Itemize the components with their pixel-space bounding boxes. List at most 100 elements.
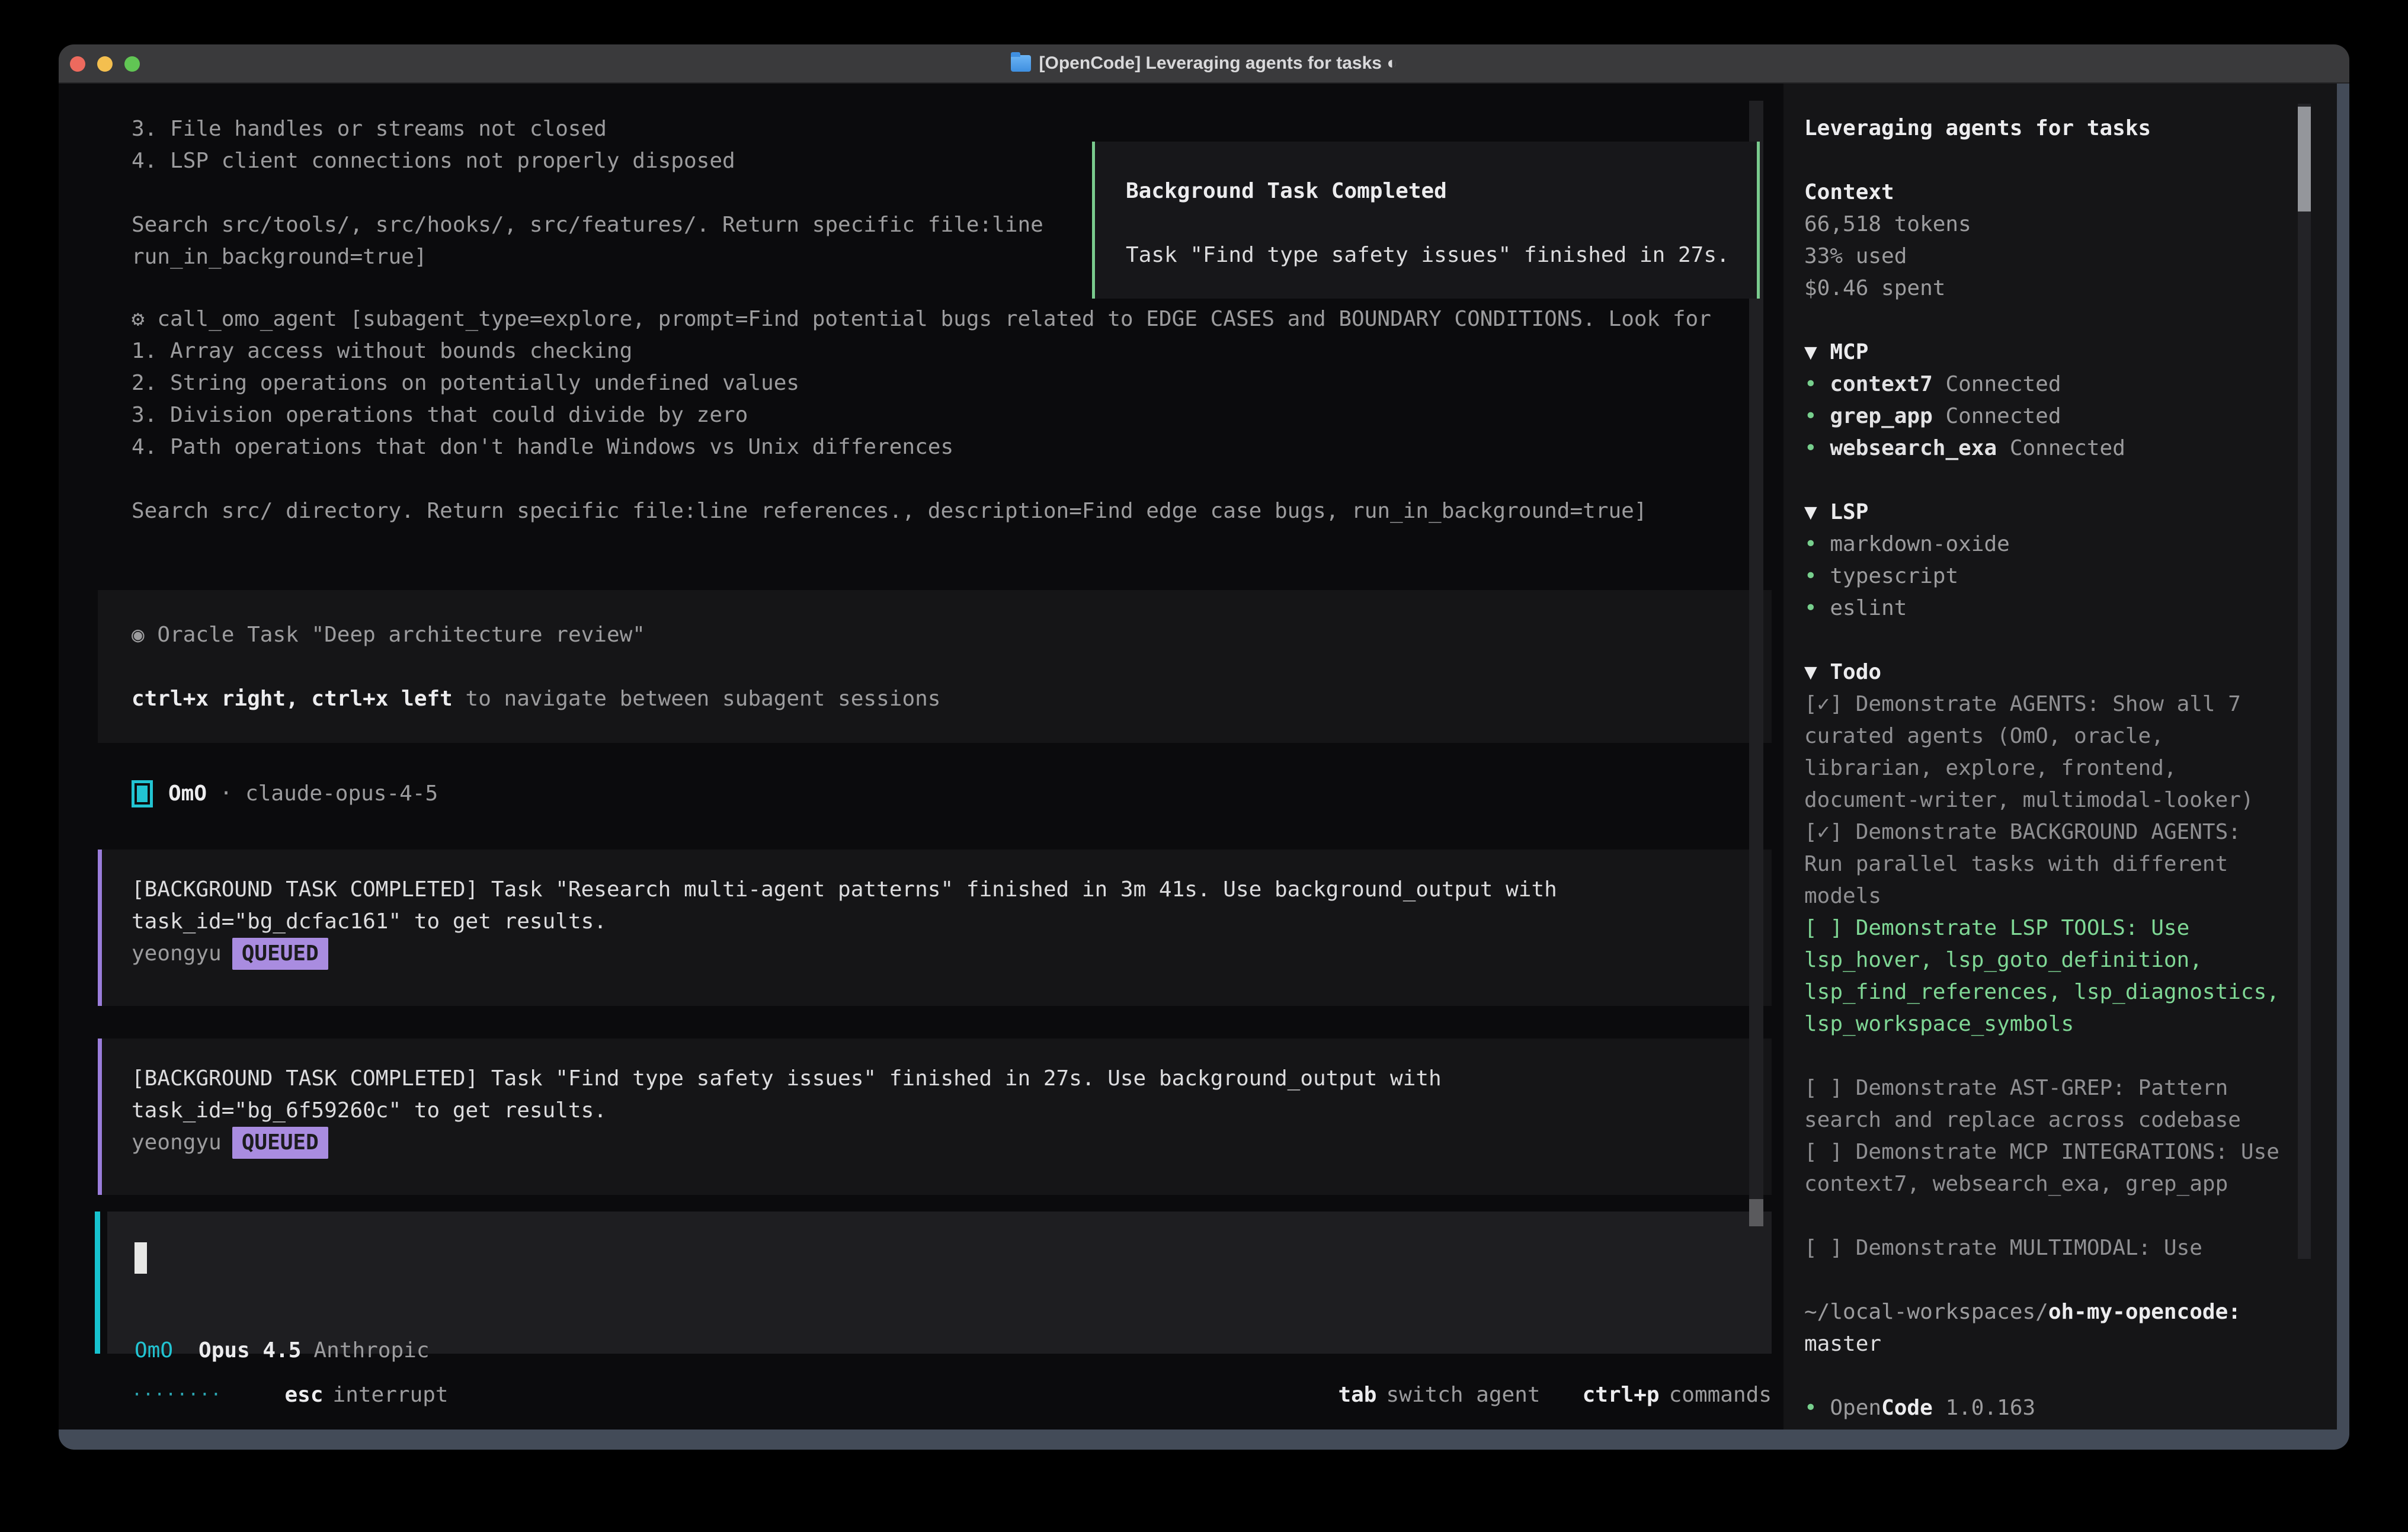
text-line: 1. Array access without bounds checking (132, 335, 1711, 367)
zoom-window-button[interactable] (124, 56, 140, 72)
titlebar: [OpenCode] Leveraging agents for tasks ◐ (59, 44, 2349, 84)
checkbox-icon: [✓] (1804, 820, 1843, 844)
todo-item: [✓] Demonstrate BACKGROUND AGENTS: Run p… (1804, 816, 2287, 912)
text-line: 2. String operations on potentially unde… (132, 367, 1711, 399)
background-task-notification: Background Task Completed Task "Find typ… (1092, 142, 1760, 299)
notification-title: Background Task Completed (1126, 175, 1757, 207)
active-agent-name: OmO (135, 1335, 173, 1367)
lsp-item: • markdown-oxide (1804, 528, 2287, 560)
task-line-2: task_id="bg_6f59260c" to get results. (132, 1095, 1772, 1127)
message-text-block: 3. File handles or streams not closed4. … (132, 113, 1043, 273)
window-right-edge (2337, 84, 2349, 1430)
todo-item: [ ] Demonstrate MCP INTEGRATIONS: Use co… (1804, 1136, 2287, 1200)
folder-icon (1011, 55, 1031, 72)
mcp-item: • websearch_exa Connected (1804, 432, 2287, 464)
text-line: 3. File handles or streams not closed (132, 113, 1043, 145)
status-dot-icon: • (1804, 564, 1817, 588)
minimize-window-button[interactable] (97, 56, 113, 72)
version-line: • OpenCode 1.0.163 (1804, 1392, 2287, 1424)
input-accent-bar (95, 1212, 100, 1354)
checkbox-icon: [ ] (1804, 916, 1843, 940)
app-name-bold: Code (1881, 1396, 1933, 1420)
lsp-section: ▼ LSP • markdown-oxide• typescript• esli… (1804, 496, 2287, 624)
tool-call-block: ⚙ call_omo_agent [subagent_type=explore,… (132, 303, 1711, 527)
todo-item: [ ] Demonstrate AST-GREP: Pattern search… (1804, 1072, 2287, 1136)
mcp-item: • context7 Connected (1804, 368, 2287, 400)
session-title: Leveraging agents for tasks (1804, 113, 2287, 145)
ctrlp-key-hint: ctrl+p (1583, 1379, 1660, 1411)
todo-item: [ ] Demonstrate LSP TOOLS: Use lsp_hover… (1804, 912, 2287, 1040)
status-bar: ········ esc interrupt tab switch agent … (132, 1379, 1772, 1411)
checkbox-icon: [ ] (1804, 1236, 1843, 1260)
lsp-heading[interactable]: ▼ LSP (1804, 496, 2287, 528)
context-stat: $0.46 spent (1804, 273, 2287, 305)
esc-key-hint: esc (285, 1379, 324, 1411)
agent-model: claude-opus-4-5 (245, 778, 438, 810)
text-line: Search src/ directory. Return specific f… (132, 495, 1711, 527)
task-line-1: [BACKGROUND TASK COMPLETED] Task "Find t… (132, 1063, 1772, 1095)
task-line-2: task_id="bg_dcfac161" to get results. (132, 906, 1772, 938)
chevron-down-icon: ▼ (1804, 660, 1817, 684)
oracle-task-title: ◉ Oracle Task "Deep architecture review" (132, 619, 1772, 651)
todo-item: [ ] Demonstrate MULTIMODAL: Use (1804, 1232, 2287, 1264)
window-bottom-edge (59, 1430, 2349, 1450)
queued-user: yeongyu (132, 1130, 222, 1155)
provider-name: Anthropic (313, 1335, 429, 1367)
chevron-down-icon: ▼ (1804, 500, 1817, 524)
sidebar-scrollbar[interactable] (2298, 104, 2311, 1259)
status-dot-icon: • (1804, 436, 1817, 460)
checkbox-icon: [ ] (1804, 1140, 1843, 1164)
todo-heading[interactable]: ▼ Todo (1804, 656, 2287, 688)
tab-key-hint: tab (1338, 1379, 1376, 1411)
main-scrollbar-thumb[interactable] (1749, 1199, 1763, 1226)
task-line-1: [BACKGROUND TASK COMPLETED] Task "Resear… (132, 874, 1772, 906)
close-window-button[interactable] (70, 56, 85, 72)
mcp-heading[interactable]: ▼ MCP (1804, 336, 2287, 368)
sidebar-scrollbar-thumb[interactable] (2298, 107, 2311, 211)
checkbox-icon: [ ] (1804, 1076, 1843, 1100)
agent-square-icon (132, 780, 153, 807)
mcp-section: ▼ MCP • context7 Connected• grep_app Con… (1804, 336, 2287, 464)
status-dot-icon: • (1804, 404, 1817, 428)
agent-name: OmO (168, 778, 207, 810)
notification-body: Task "Find type safety issues" finished … (1126, 239, 1757, 271)
prompt-input[interactable]: OmO Opus 4.5 Anthropic (107, 1212, 1772, 1354)
context-heading: Context (1804, 177, 2287, 209)
text-line (132, 463, 1711, 495)
esc-key-label: interrupt (333, 1379, 449, 1411)
window-title: [OpenCode] Leveraging agents for tasks ◐ (1039, 53, 1398, 73)
lsp-item: • eslint (1804, 592, 2287, 624)
background-task-message: [BACKGROUND TASK COMPLETED] Task "Find t… (98, 1039, 1772, 1195)
model-status-line: OmO Opus 4.5 Anthropic (135, 1335, 430, 1367)
tab-key-label: switch agent (1386, 1379, 1540, 1411)
todo-section: ▼ Todo [✓] Demonstrate AGENTS: Show all … (1804, 656, 2287, 1264)
text-cursor (135, 1242, 147, 1274)
agent-header: OmO · claude-opus-4-5 (132, 778, 438, 810)
text-line: 4. Path operations that don't handle Win… (132, 431, 1711, 463)
background-task-message: [BACKGROUND TASK COMPLETED] Task "Resear… (98, 850, 1772, 1006)
workspace-path: ~/local-workspaces/oh-my-opencode:master (1804, 1296, 2287, 1360)
context-section: Context 66,518 tokens33% used$0.46 spent (1804, 177, 2287, 305)
app-window: [OpenCode] Leveraging agents for tasks ◐… (59, 44, 2349, 1450)
status-dot-icon: • (1804, 596, 1817, 620)
app-version: 1.0.163 (1933, 1396, 2035, 1420)
sidebar: Leveraging agents for tasks Context 66,5… (1804, 113, 2287, 1450)
ctrlp-key-label: commands (1669, 1379, 1772, 1411)
spinner-dots-icon: ········ (132, 1379, 222, 1411)
text-line: run_in_background=true] (132, 241, 1043, 273)
text-line: 3. Division operations that could divide… (132, 399, 1711, 431)
app-name-dim: Open (1830, 1396, 1881, 1420)
navigation-hint: ctrl+x right, ctrl+x left to navigate be… (132, 683, 1772, 715)
chevron-down-icon: ▼ (1804, 340, 1817, 364)
lsp-item: • typescript (1804, 560, 2287, 592)
text-line: 4. LSP client connections not properly d… (132, 145, 1043, 177)
todo-item: [✓] Demonstrate AGENTS: Show all 7 curat… (1804, 688, 2287, 816)
checkbox-icon: [✓] (1804, 692, 1843, 716)
queued-badge: QUEUED (232, 938, 328, 970)
git-branch: master (1804, 1332, 1881, 1356)
active-model-name: Opus 4.5 (198, 1335, 301, 1367)
window-controls (59, 44, 140, 84)
record-icon: ◉ (132, 623, 145, 647)
status-dot-icon: • (1804, 532, 1817, 556)
context-stat: 66,518 tokens (1804, 209, 2287, 241)
